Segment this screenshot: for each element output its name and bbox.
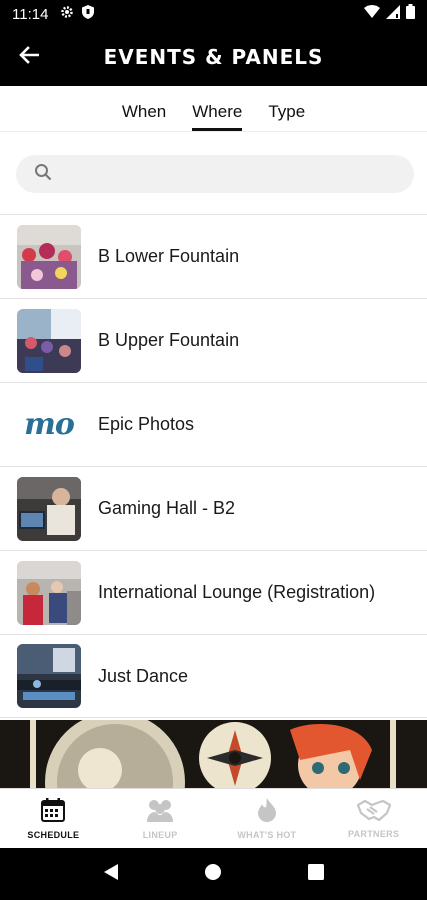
status-time: 11:14 xyxy=(12,5,49,23)
nav-whats-hot[interactable]: WHAT'S HOT xyxy=(214,789,321,848)
system-nav-bar xyxy=(0,848,427,900)
status-bar: 11:14 xyxy=(0,0,427,28)
signal-icon xyxy=(386,4,400,24)
shield-icon xyxy=(82,4,95,24)
list-item[interactable]: B Upper Fountain xyxy=(0,298,427,382)
wifi-icon xyxy=(364,5,380,23)
location-label: Just Dance xyxy=(98,665,189,686)
arrow-left-icon xyxy=(19,45,40,69)
back-button[interactable] xyxy=(0,28,58,86)
system-back-button[interactable] xyxy=(103,863,119,886)
list-item[interactable]: International Lounge (Registration) xyxy=(0,550,427,634)
nav-label: SCHEDULE xyxy=(27,829,80,840)
list-item[interactable]: B Lower Fountain xyxy=(0,214,427,298)
location-label: Gaming Hall - B2 xyxy=(98,498,236,518)
location-thumbnail xyxy=(17,644,81,708)
bottom-nav: SCHEDULE LINEUP WHAT'S HOT PARTNERS xyxy=(0,788,427,848)
app-bar: EVENTS & PANELS xyxy=(0,28,427,86)
search-icon xyxy=(34,163,52,186)
list-item[interactable]: Gaming Hall - B2 xyxy=(0,466,427,550)
system-home-button[interactable] xyxy=(204,863,222,886)
epic-photos-logo: mo xyxy=(17,393,81,457)
location-thumbnail xyxy=(17,476,81,541)
nav-schedule[interactable]: SCHEDULE xyxy=(0,789,107,848)
location-label: Epic Photos xyxy=(98,414,195,434)
flame-icon xyxy=(257,797,276,827)
epic-photos-logo-text: mo xyxy=(24,407,75,442)
location-label: B Lower Fountain xyxy=(98,246,240,266)
handshake-icon xyxy=(356,799,391,826)
search-bar[interactable] xyxy=(16,155,414,193)
nav-label: WHAT'S HOT xyxy=(237,829,297,840)
people-icon xyxy=(145,798,175,827)
location-list: B Lower Fountain B Upper Fountain mo Epi… xyxy=(0,214,427,718)
location-label: B Upper Fountain xyxy=(98,330,240,350)
location-label: International Lounge (Registration) xyxy=(98,582,376,602)
location-thumbnail xyxy=(17,308,81,373)
nav-lineup[interactable]: LINEUP xyxy=(107,789,214,848)
tab-when[interactable]: When xyxy=(122,86,166,131)
gear-icon xyxy=(60,5,74,24)
tab-type[interactable]: Type xyxy=(268,86,305,131)
filter-tabs: When Where Type xyxy=(0,86,427,132)
nav-label: PARTNERS xyxy=(348,828,400,839)
page-title: EVENTS & PANELS xyxy=(103,45,324,69)
system-recents-button[interactable] xyxy=(308,863,325,885)
battery-icon xyxy=(406,4,415,24)
banner-ad[interactable] xyxy=(0,720,427,788)
search-input[interactable] xyxy=(62,165,414,183)
calendar-icon xyxy=(41,797,66,827)
location-thumbnail xyxy=(17,224,81,289)
nav-label: LINEUP xyxy=(142,829,178,840)
list-item[interactable]: mo Epic Photos xyxy=(0,382,427,466)
location-thumbnail xyxy=(17,560,81,625)
tab-where[interactable]: Where xyxy=(192,86,243,131)
list-item[interactable]: Just Dance xyxy=(0,634,427,718)
nav-partners[interactable]: PARTNERS xyxy=(320,789,427,848)
